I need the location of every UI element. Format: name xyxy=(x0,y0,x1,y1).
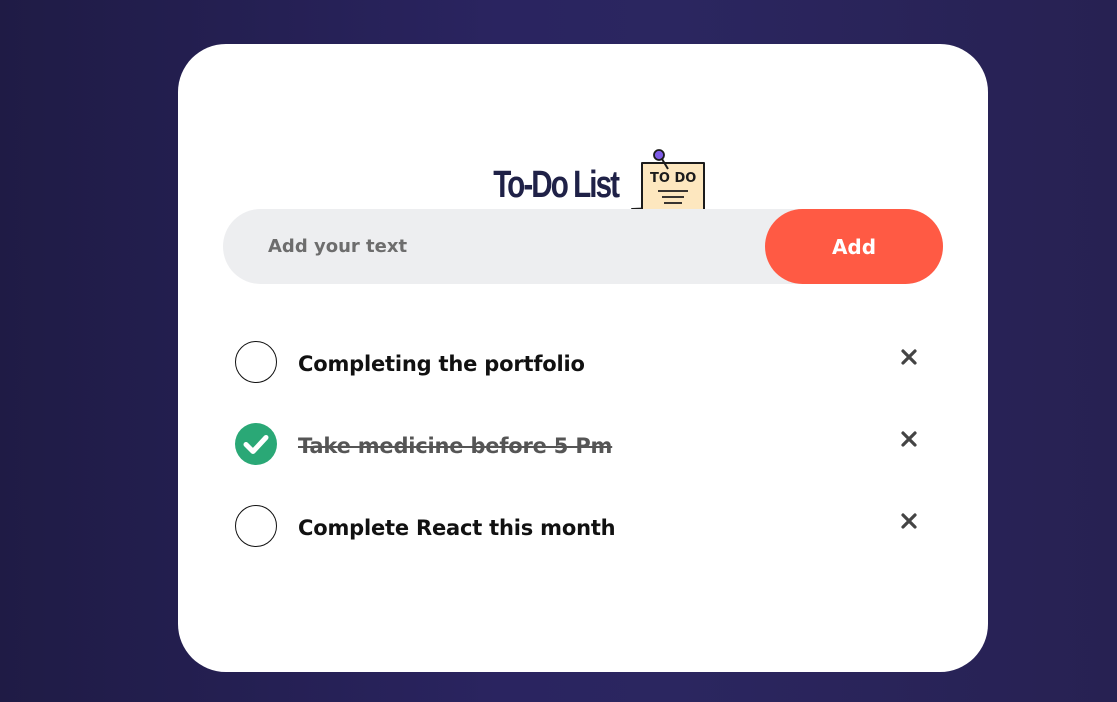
add-task-form: Add xyxy=(223,209,943,284)
task-input[interactable] xyxy=(223,209,763,284)
list-item: Complete React this month xyxy=(235,505,925,549)
task-text[interactable]: Complete React this month xyxy=(298,516,616,540)
todo-icon-text: TO DO xyxy=(650,171,696,186)
add-button[interactable]: Add xyxy=(765,209,943,284)
page-title: To-Do List xyxy=(493,164,620,206)
delete-icon[interactable] xyxy=(897,427,921,451)
task-checkbox[interactable] xyxy=(235,505,277,547)
todo-card: To-Do List TO DO Add Completing the port… xyxy=(178,44,988,672)
task-checkbox[interactable] xyxy=(235,341,277,383)
list-item: Take medicine before 5 Pm xyxy=(235,423,925,467)
delete-icon[interactable] xyxy=(897,509,921,533)
task-text[interactable]: Take medicine before 5 Pm xyxy=(298,434,612,458)
task-text[interactable]: Completing the portfolio xyxy=(298,352,585,376)
list-item: Completing the portfolio xyxy=(235,341,925,385)
checked-icon[interactable] xyxy=(235,423,277,465)
delete-icon[interactable] xyxy=(897,345,921,369)
